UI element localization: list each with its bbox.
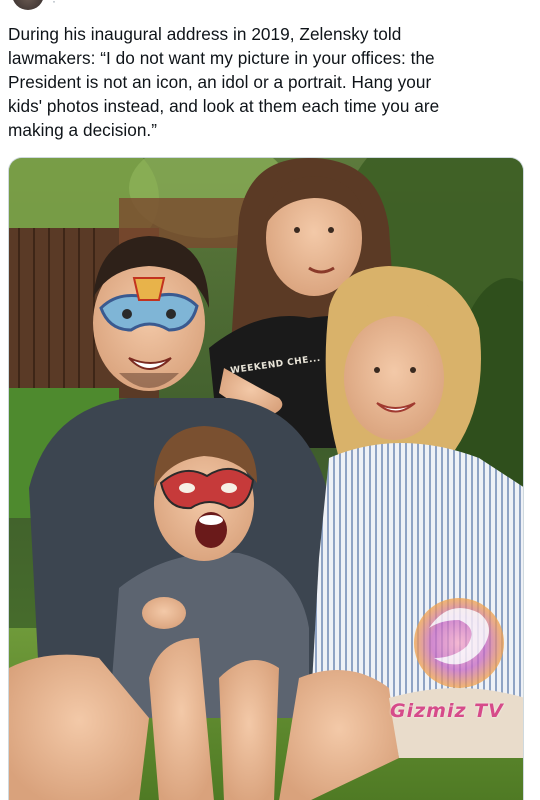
watermark-logo-icon (414, 598, 504, 688)
author-handle-icon: · (52, 0, 56, 8)
tweet-text: During his inaugural address in 2019, Ze… (8, 24, 440, 140)
watermark-text: Gizmiz TV (390, 700, 504, 722)
tweet-header: · (0, 0, 540, 14)
author-avatar[interactable] (12, 0, 44, 10)
